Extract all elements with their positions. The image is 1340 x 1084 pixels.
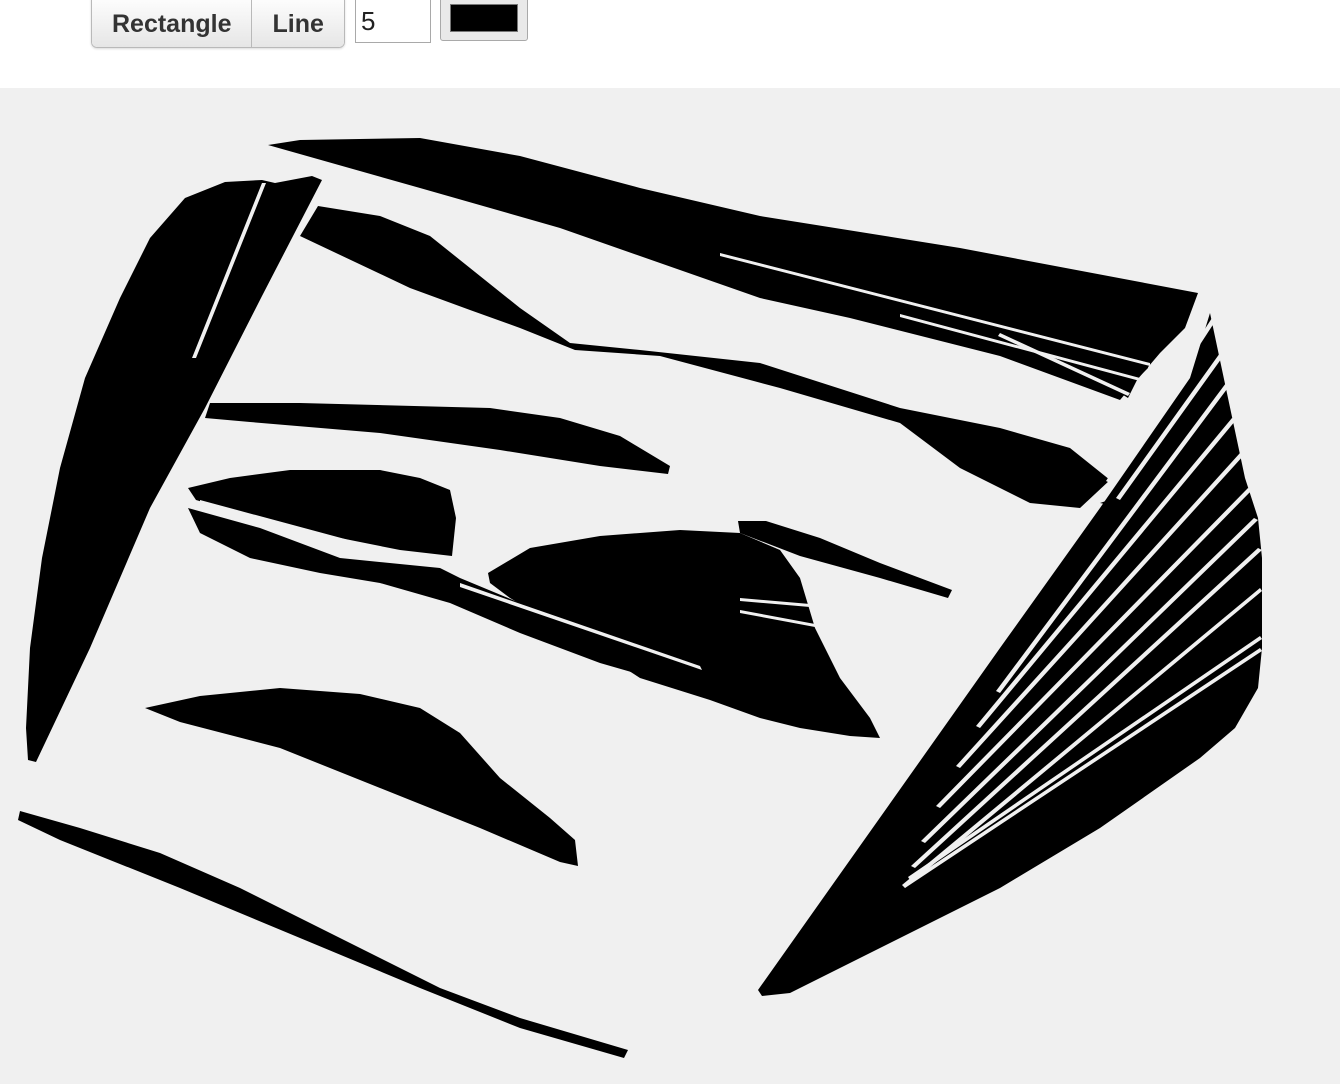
toolbar: Rectangle Line (0, 0, 1340, 88)
line-tool-button[interactable]: Line (251, 0, 344, 47)
rectangle-tool-button[interactable]: Rectangle (92, 0, 252, 47)
color-picker[interactable] (440, 0, 528, 41)
drawing-canvas[interactable] (0, 88, 1340, 1084)
drawn-shape (26, 176, 322, 762)
line-width-input[interactable] (355, 0, 431, 43)
drawing-surface[interactable] (0, 88, 1340, 1084)
drawn-shape (145, 688, 578, 866)
color-swatch (450, 4, 518, 32)
tool-button-group: Rectangle Line (91, 0, 345, 48)
drawn-shape (205, 403, 670, 474)
drawn-shape (758, 313, 1262, 996)
